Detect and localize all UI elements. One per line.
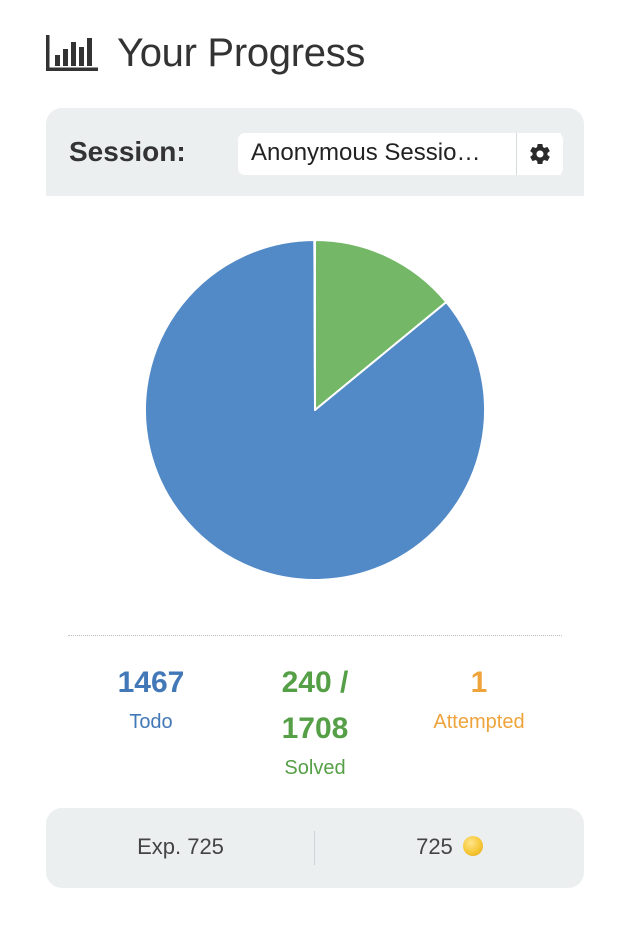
bar-chart-icon: [46, 35, 98, 71]
session-panel: Session: Anonymous Sessio…: [46, 108, 584, 196]
todo-count: 1467: [117, 666, 185, 699]
coin-icon: [462, 836, 483, 856]
page-header: Your Progress: [46, 28, 365, 78]
attempted-count: 1: [470, 666, 488, 699]
experience-points: Exp. 725: [137, 834, 224, 859]
solved-total: 1708: [281, 712, 349, 745]
pie-slice-attempted: [313, 239, 316, 411]
attempted-label: Attempted: [433, 711, 525, 733]
progress-pie-chart: [144, 239, 486, 581]
divider: [68, 635, 562, 636]
session-select[interactable]: Anonymous Sessio…: [238, 133, 561, 175]
session-settings-button[interactable]: [516, 133, 563, 175]
stat-solved: 240 / 1708 Solved: [250, 660, 380, 782]
stats-footer: Exp. 725 725: [46, 808, 584, 888]
page-title: Your Progress: [117, 30, 366, 75]
coin-balance: 725: [315, 834, 584, 860]
stat-todo: 1467 Todo: [91, 660, 211, 736]
gear-icon: [530, 144, 550, 164]
todo-label: Todo: [129, 711, 173, 733]
solved-count: 240 /: [281, 666, 349, 699]
session-label: Session:: [69, 136, 186, 167]
stat-attempted: 1 Attempted: [409, 660, 549, 736]
coin-count: 725: [416, 834, 453, 859]
solved-label: Solved: [284, 757, 346, 779]
